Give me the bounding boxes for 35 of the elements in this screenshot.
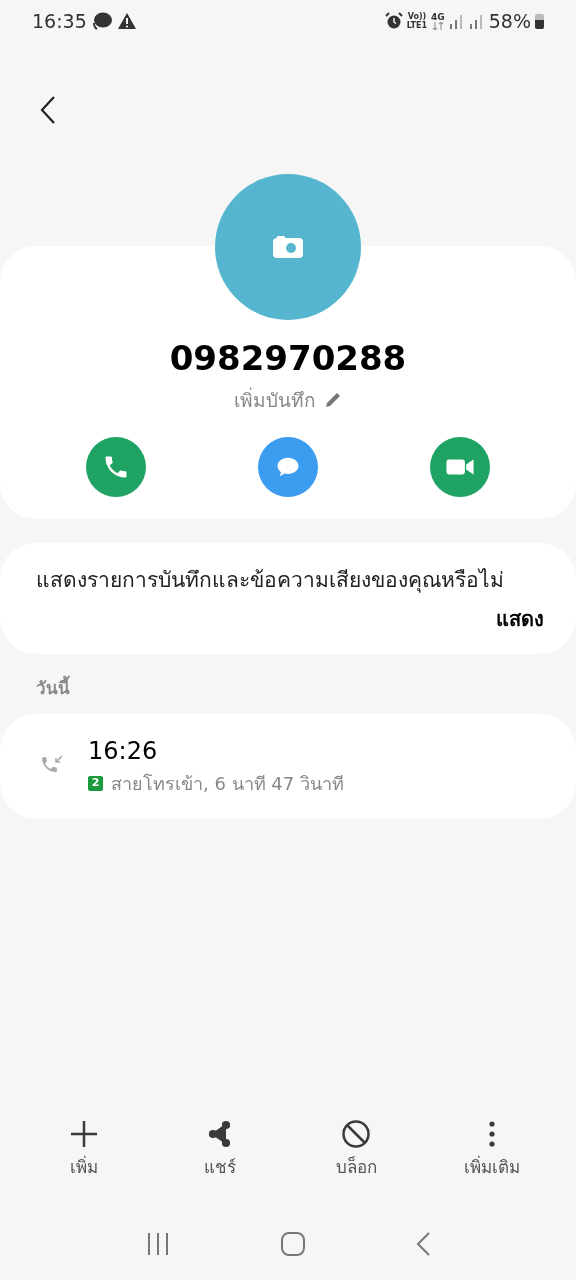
signal-icon xyxy=(448,13,465,29)
more-button[interactable]: เพิ่มเติม xyxy=(437,1118,547,1180)
add-button[interactable]: เพิ่ม xyxy=(29,1118,139,1180)
battery-icon xyxy=(535,13,544,29)
back-icon[interactable] xyxy=(416,1232,431,1256)
recent-apps-icon[interactable] xyxy=(145,1232,170,1256)
phone-number: 0982970288 xyxy=(169,338,407,378)
alarm-icon xyxy=(384,12,403,30)
pencil-icon xyxy=(324,391,342,410)
back-icon xyxy=(40,96,56,124)
show-button[interactable]: แสดง xyxy=(496,604,544,634)
voicemail-prompt: แสดงรายการบันทึกและข้อความเสียงของคุณหรือไม่ xyxy=(36,566,505,595)
clock: 16:35 xyxy=(32,8,87,34)
chat-bubble-icon xyxy=(90,11,113,31)
data-arrows-icon xyxy=(431,21,444,30)
lte-label: LTE1 xyxy=(406,21,428,30)
volte-label: Vo)) xyxy=(407,12,427,21)
signal-icon xyxy=(468,13,485,29)
plus-icon xyxy=(69,1118,99,1149)
call-time: 16:26 xyxy=(88,735,159,766)
section-header: วันนี้ xyxy=(36,676,576,702)
add-note-link[interactable]: เพิ่มบันทึก xyxy=(234,386,342,415)
battery-percent: 58% xyxy=(488,8,531,34)
warning-icon xyxy=(116,12,137,30)
call-log-item[interactable]: 16:26 2 สายโทรเข้า, 6 นาที 47 วินาที xyxy=(0,713,576,819)
sim-badge: 2 xyxy=(88,775,103,791)
call-detail: สายโทรเข้า, 6 นาที 47 วินาที xyxy=(111,771,344,796)
share-icon xyxy=(207,1119,233,1148)
camera-icon xyxy=(272,235,304,259)
share-button[interactable]: แชร์ xyxy=(165,1118,275,1180)
block-button[interactable]: บล็อก xyxy=(301,1118,411,1180)
block-icon xyxy=(341,1118,371,1149)
more-icon xyxy=(488,1119,496,1148)
home-icon[interactable] xyxy=(281,1232,305,1256)
network-type: 4G xyxy=(431,12,445,22)
